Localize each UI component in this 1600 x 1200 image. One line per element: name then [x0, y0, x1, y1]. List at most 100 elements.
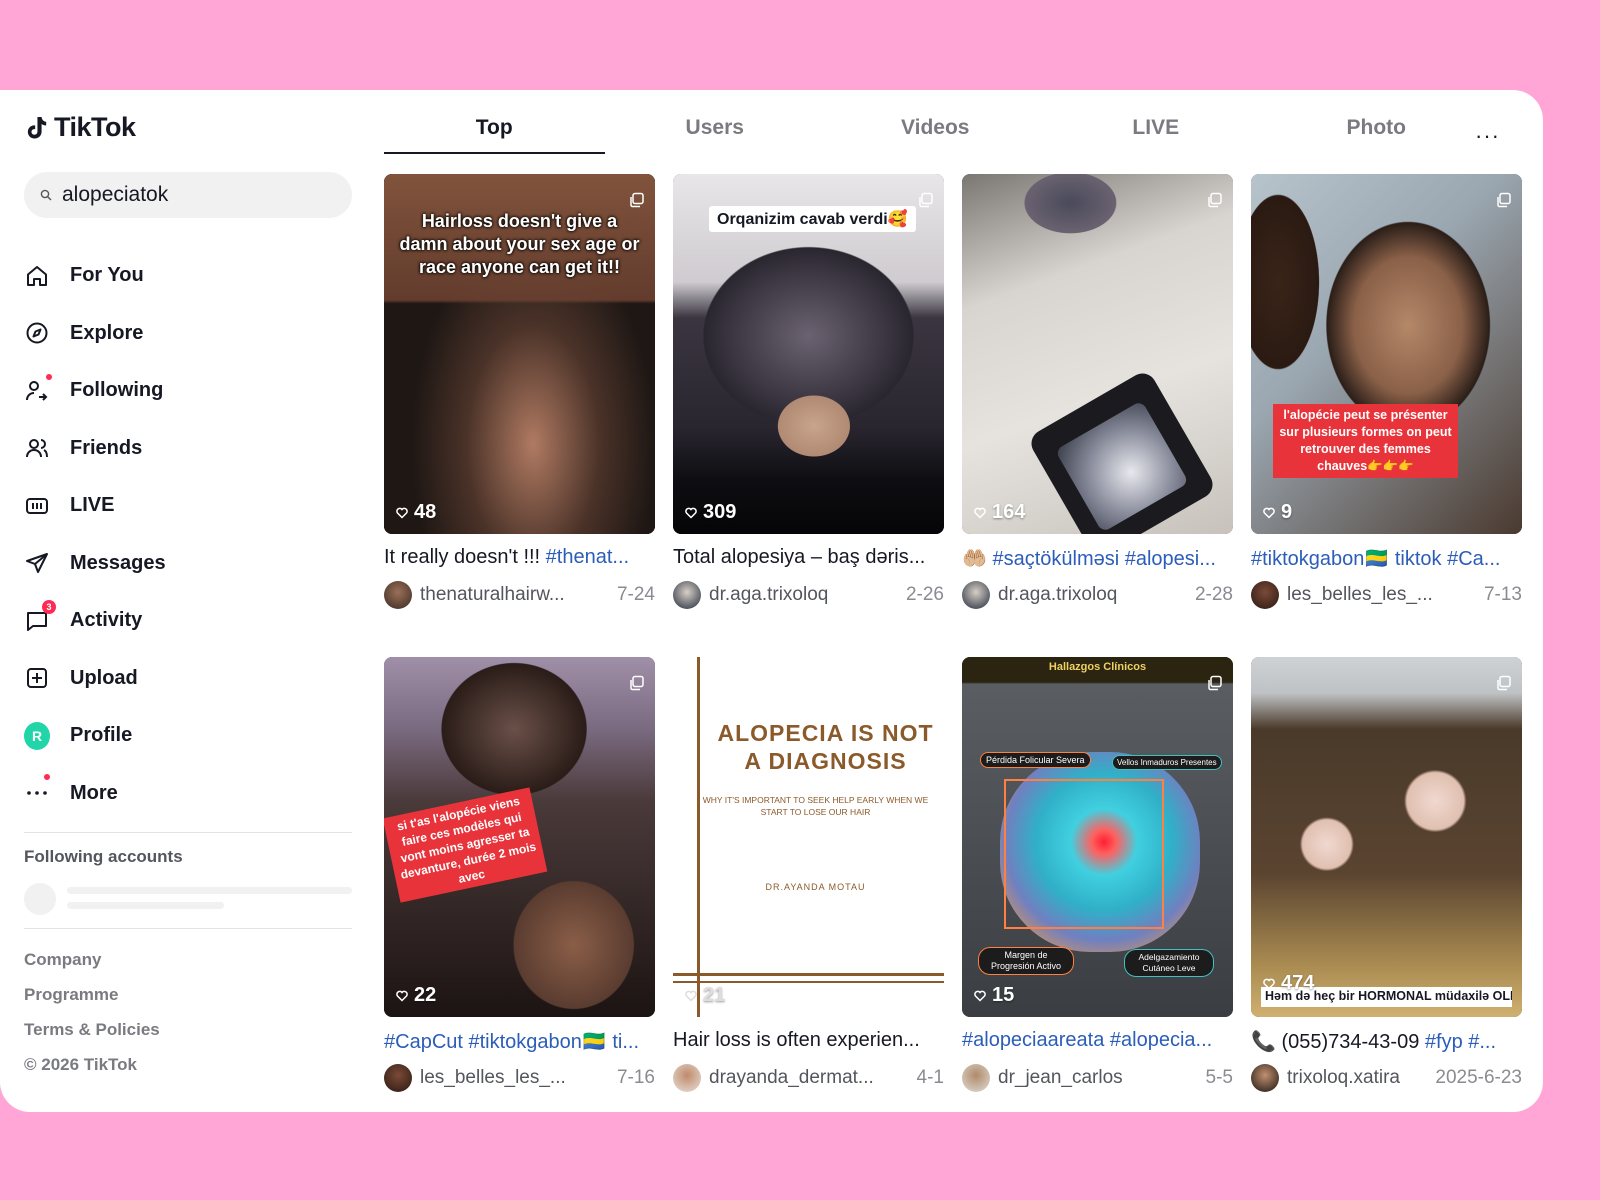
video-overlay-title: Hallazgos Clínicos [1048, 661, 1147, 673]
sidebar-item-profile[interactable]: R Profile [24, 707, 354, 765]
video-overlay-label: Vellos Inmaduros Presentes [1112, 755, 1222, 770]
sidebar-item-label: Explore [70, 321, 144, 344]
user-avatar[interactable] [1251, 581, 1279, 609]
video-caption[interactable]: 📞 (055)734-43-09 #fyp #... [1251, 1029, 1522, 1054]
multi-video-icon [919, 192, 933, 208]
video-thumbnail[interactable]: si t'as l'alopécie viens faire ces modèl… [384, 657, 655, 1017]
tiktok-note-icon [27, 116, 47, 139]
like-count: 22 [396, 984, 436, 1007]
video-meta: les_belles_les_... 7-13 [1251, 581, 1522, 609]
post-date: 7-13 [1483, 584, 1522, 605]
video-caption[interactable]: #alopeciaareata #alopecia... [962, 1029, 1233, 1052]
user-avatar[interactable] [384, 1064, 412, 1092]
footer-link-terms[interactable]: Terms & Policies [24, 1012, 160, 1047]
footer-link-programme[interactable]: Programme [24, 977, 160, 1012]
sidebar-item-more[interactable]: More [24, 765, 354, 823]
video-caption[interactable]: Hair loss is often experien... [673, 1029, 944, 1052]
username-link[interactable]: thenaturalhairw... [420, 584, 611, 606]
like-count: 474 [1263, 972, 1314, 995]
username-link[interactable]: les_belles_les_... [1287, 584, 1478, 606]
heart-icon [685, 507, 697, 519]
video-thumbnail[interactable]: 164 [962, 174, 1233, 534]
following-icon [24, 373, 52, 404]
post-date: 5-5 [1205, 1067, 1233, 1088]
video-overlay-author: DR.AYANDA MOTAU [765, 882, 866, 892]
sidebar-item-label: Activity [70, 609, 143, 632]
user-avatar[interactable] [673, 581, 701, 609]
tab-users[interactable]: Users [605, 108, 826, 164]
footer-link-company[interactable]: Company [24, 942, 160, 977]
video-caption[interactable]: #tiktokgabon🇬🇦 tiktok #Ca... [1251, 546, 1522, 571]
username-link[interactable]: dr.aga.trixoloq [709, 584, 900, 606]
sidebar-item-activity[interactable]: 3 Activity [24, 592, 354, 650]
activity-badge: 3 [42, 599, 56, 614]
multi-video-icon [1497, 675, 1511, 691]
heart-icon [974, 507, 986, 519]
sidebar-item-for-you[interactable]: For You [24, 247, 354, 305]
video-meta: thenaturalhairw... 7-24 [384, 581, 655, 609]
tabs-more-button[interactable]: ··· [1475, 125, 1500, 147]
like-count: 9 [1263, 501, 1292, 524]
tab-top[interactable]: Top [384, 108, 605, 164]
video-caption[interactable]: Total alopesiya – baş dəris... [673, 546, 944, 569]
profile-avatar: R [24, 721, 50, 750]
username-link[interactable]: dr_jean_carlos [998, 1067, 1200, 1089]
user-avatar[interactable] [384, 581, 412, 609]
sidebar-item-label: LIVE [70, 494, 115, 517]
video-overlay-text: l'alopécie peut se présenter sur plusieu… [1273, 404, 1458, 478]
sidebar-item-following[interactable]: Following [24, 362, 354, 420]
video-overlay-text: Orqanizim cavab verdi🥰 [709, 206, 916, 232]
tiktok-logo[interactable]: TikTok [26, 112, 136, 143]
video-meta: trixoloq.xatira 2025-6-23 [1251, 1064, 1522, 1092]
tab-live[interactable]: LIVE [1046, 108, 1267, 164]
username-link[interactable]: les_belles_les_... [420, 1067, 611, 1089]
video-thumbnail[interactable]: Orqanizim cavab verdi🥰 309 [673, 174, 944, 534]
tab-photo[interactable]: Photo [1266, 108, 1487, 164]
video-thumbnail[interactable]: l'alopécie peut se présenter sur plusieu… [1251, 174, 1522, 534]
user-avatar[interactable] [673, 1064, 701, 1092]
video-thumbnail[interactable]: Hallazgos Clínicos Pérdida Folicular Sev… [962, 657, 1233, 1017]
sidebar-item-messages[interactable]: Messages [24, 535, 354, 593]
video-caption[interactable]: #CapCut #tiktokgabon🇬🇦 ti... [384, 1029, 655, 1054]
activity-icon: 3 [24, 599, 56, 634]
username-link[interactable]: trixoloq.xatira [1287, 1067, 1429, 1089]
user-avatar[interactable] [962, 1064, 990, 1092]
sidebar-item-label: More [70, 781, 118, 804]
username-link[interactable]: dr.aga.trixoloq [998, 584, 1189, 606]
hashtag-link[interactable]: #fyp #... [1425, 1031, 1496, 1053]
user-avatar[interactable] [962, 581, 990, 609]
hashtag-link[interactable]: #tiktokgabon🇬🇦 tiktok #Ca... [1251, 548, 1500, 570]
sidebar-divider [24, 832, 352, 833]
tab-videos[interactable]: Videos [825, 108, 1046, 164]
video-thumbnail[interactable]: Həm də heç bir HORMONAL müdaxilə OLMADAN… [1251, 657, 1522, 1017]
video-meta: dr_jean_carlos 5-5 [962, 1064, 1233, 1092]
hashtag-link[interactable]: #CapCut #tiktokgabon🇬🇦 ti... [384, 1031, 639, 1053]
sidebar-item-friends[interactable]: Friends [24, 420, 354, 478]
like-count: 48 [396, 501, 436, 524]
like-count: 15 [974, 984, 1014, 1007]
video-thumbnail[interactable]: ALOPECIA IS NOT A DIAGNOSIS WHY IT'S IMP… [673, 657, 944, 1017]
video-overlay-label: Adelgazamiento Cutáneo Leve [1124, 949, 1214, 977]
username-link[interactable]: drayanda_dermat... [709, 1067, 911, 1089]
brand-name: TikTok [54, 112, 136, 142]
notification-dot [46, 373, 52, 380]
post-date: 7-16 [616, 1067, 655, 1088]
hashtag-link[interactable]: #saçtökülməsi #alopesi... [992, 548, 1215, 570]
video-meta: dr.aga.trixoloq 2-26 [673, 581, 944, 609]
video-thumbnail[interactable]: Hairloss doesn't give a damn about your … [384, 174, 655, 534]
hashtag-link[interactable]: #thenat... [546, 546, 629, 568]
user-avatar[interactable] [1251, 1064, 1279, 1092]
heart-icon [1263, 978, 1275, 990]
hashtag-link[interactable]: #alopeciaareata #alopecia... [962, 1029, 1212, 1051]
heart-icon [396, 507, 408, 519]
video-caption[interactable]: It really doesn't !!! #thenat... [384, 546, 655, 569]
following-accounts-title: Following accounts [24, 847, 183, 866]
sidebar-item-label: Messages [70, 551, 166, 574]
sidebar-item-explore[interactable]: Explore [24, 305, 354, 363]
sidebar-item-live[interactable]: LIVE [24, 477, 354, 535]
video-caption[interactable]: 🤲🏼 #saçtökülməsi #alopesi... [962, 546, 1233, 571]
sidebar-item-upload[interactable]: Upload [24, 650, 354, 708]
search-input[interactable]: alopeciatok [24, 172, 352, 218]
post-date: 2-26 [905, 584, 944, 605]
sidebar-item-label: Following [70, 379, 164, 402]
